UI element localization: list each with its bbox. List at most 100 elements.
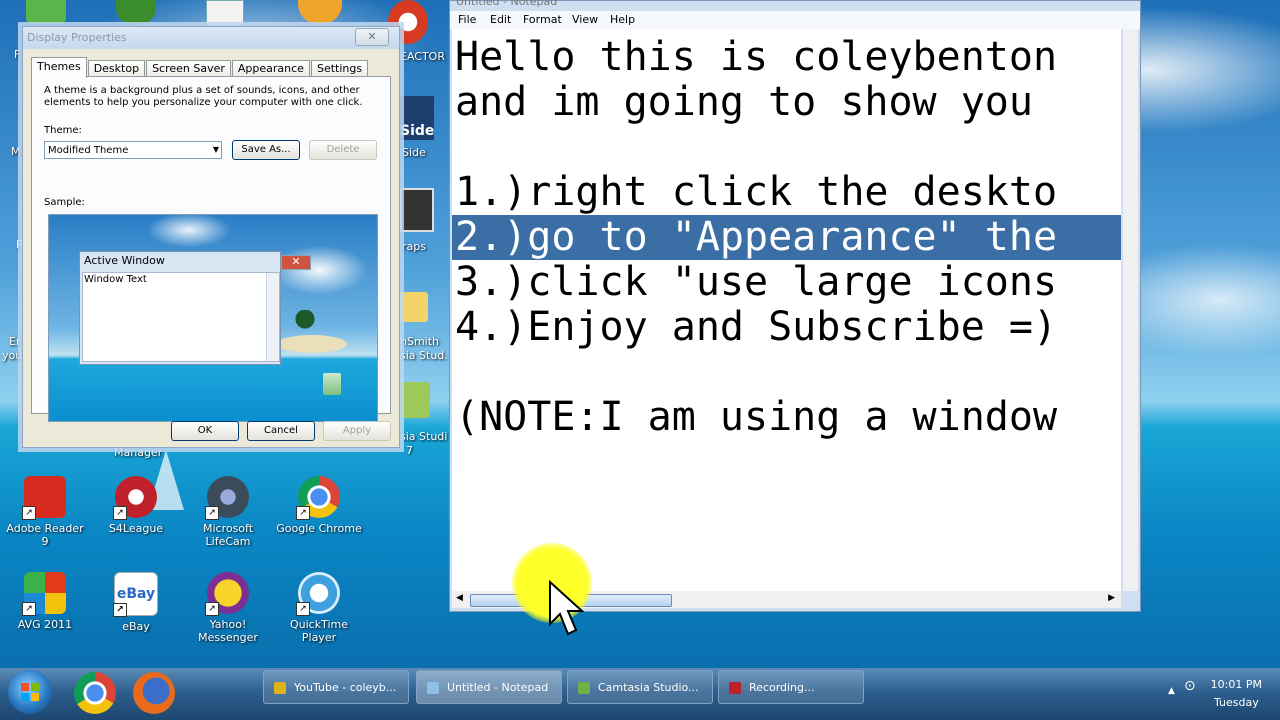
recording-icon (729, 682, 741, 694)
start-button[interactable] (8, 670, 52, 714)
tab-settings[interactable]: Settings (310, 60, 369, 77)
desktop-icon-label: AVG 2011 (17, 618, 73, 631)
chevron-down-icon: ▼ (212, 145, 219, 154)
taskbar-item-recording[interactable]: Recording... (718, 670, 864, 704)
sample-window-titlebar: Active Window —▢✕ (80, 252, 311, 270)
delete-button[interactable]: Delete (309, 140, 377, 160)
text-line: (NOTE:I am using a window (455, 394, 1058, 440)
text-line: 1.)right click the deskto (455, 169, 1058, 215)
sample-label: Sample: (44, 197, 85, 208)
s4league-icon: ↗ (113, 476, 157, 520)
cancel-button[interactable]: Cancel (247, 421, 315, 441)
tab-desktop[interactable]: Desktop (87, 60, 146, 77)
close-icon: ✕ (281, 255, 311, 270)
desktop-icon-label: QuickTime Player (289, 618, 349, 644)
tab-screen-saver[interactable]: Screen Saver (146, 60, 231, 77)
desktop-icon-chrome[interactable]: ↗ Google Chrome (276, 476, 362, 535)
desktop-icon-yahoo[interactable]: ↗ Yahoo! Messenger (185, 572, 271, 644)
theme-sample-preview: Active Window —▢✕ Window Text (48, 214, 378, 422)
save-as-button[interactable]: Save As... (232, 140, 300, 160)
side-icon-text: Side (400, 123, 435, 139)
menu-file[interactable]: File (458, 13, 476, 26)
desktop-icon-quicktime[interactable]: ↗ QuickTime Player (276, 572, 362, 644)
chrome-quicklaunch-icon[interactable] (74, 672, 116, 714)
taskbar-item-label: Recording... (749, 681, 815, 694)
sample-scrollbar (266, 273, 279, 361)
taskbar-item-label: Untitled - Notepad (447, 681, 549, 694)
partial-label-side: Side (402, 146, 426, 159)
partial-label-e: Er (9, 335, 21, 348)
palm-tree-decoration (295, 310, 315, 340)
apply-button[interactable]: Apply (323, 421, 391, 441)
dialog-titlebar[interactable]: Display Properties ✕ (23, 27, 399, 49)
clock-time: 10:01 PM (1210, 678, 1262, 691)
recycle-bin-icon (323, 373, 341, 395)
partial-label-smith2: sia Stud. (400, 349, 448, 362)
ok-button[interactable]: OK (171, 421, 239, 441)
desktop-icon-label: Microsoft LifeCam (202, 522, 254, 548)
desktop-icon-label: Google Chrome (276, 522, 362, 535)
scroll-right-icon[interactable]: ▶ (1108, 593, 1115, 603)
taskbar-item-camtasia[interactable]: Camtasia Studio... (567, 670, 713, 704)
menu-format[interactable]: Format (523, 13, 562, 26)
desktop-icon-label: S4League (108, 522, 164, 535)
system-clock[interactable]: 10:01 PM Tuesday (1211, 676, 1262, 712)
partial-label-smith1: hSmith (400, 335, 440, 348)
menu-view[interactable]: View (572, 13, 598, 26)
desktop-icon-avg[interactable]: ↗ AVG 2011 (2, 572, 88, 631)
taskbar-item-label: Camtasia Studio... (598, 681, 699, 694)
desktop-icon-side[interactable]: Side (400, 96, 434, 140)
theme-select[interactable]: Modified Theme ▼ (44, 141, 222, 159)
taskbar: YouTube - coleyb... Untitled - Notepad C… (0, 668, 1280, 720)
desktop-icon-adobe-reader[interactable]: ↗ Adobe Reader 9 (2, 476, 88, 548)
desktop-icon-lifecam[interactable]: ↗ Microsoft LifeCam (185, 476, 271, 548)
partial-label-studi1: sia Studi (400, 430, 448, 443)
notepad-text-area[interactable]: Hello this is coleybenton and im going t… (452, 29, 1121, 591)
text-line: Hello this is coleybenton (455, 34, 1058, 80)
sample-window-title: Active Window (84, 254, 165, 267)
notepad-title: Untitled - Notepad (456, 0, 558, 8)
desktop-icon-raps[interactable] (400, 188, 434, 232)
taskbar-item-youtube[interactable]: YouTube - coleyb... (263, 670, 409, 704)
dialog-title: Display Properties (27, 31, 127, 44)
sample-active-window: Active Window —▢✕ Window Text (79, 251, 311, 365)
desktop-icon-label: eBay (122, 620, 150, 633)
desktop-icon-studio[interactable] (400, 382, 430, 418)
desktop-icon-label: Yahoo! Messenger (198, 618, 258, 644)
partial-label-m: M (11, 145, 21, 158)
network-icon[interactable]: ⊙ (1184, 678, 1196, 694)
clock-day: Tuesday (1213, 696, 1259, 709)
theme-label: Theme: (44, 125, 82, 136)
partial-label-raps: raps (402, 240, 426, 253)
tab-appearance[interactable]: Appearance (231, 60, 310, 77)
partial-label-studi2: 7 (406, 444, 413, 457)
notepad-window: Untitled - Notepad File Edit Format View… (449, 0, 1141, 612)
desktop-icon-top-2[interactable] (116, 0, 156, 24)
show-hidden-icons-icon[interactable]: ▲ (1168, 686, 1175, 696)
notepad-menubar: File Edit Format View Help (450, 11, 1140, 29)
scroll-left-icon[interactable]: ◀ (456, 593, 463, 603)
sample-window-body: Window Text (82, 272, 280, 362)
menu-edit[interactable]: Edit (490, 13, 511, 26)
desktop-icon-top-3[interactable] (206, 0, 244, 26)
desktop-icon-top-1[interactable] (26, 0, 66, 24)
taskbar-item-notepad[interactable]: Untitled - Notepad (416, 670, 562, 704)
desktop-icon-top-4[interactable] (298, 0, 342, 24)
desktop-icon-s4league[interactable]: ↗ S4League (93, 476, 179, 535)
themes-panel: A theme is a background plus a set of so… (31, 76, 391, 422)
desktop: F M R Er you EACTOR Side Side raps hSmit… (0, 0, 1280, 668)
text-line-selected: 2.)go to "Appearance" the (452, 215, 1121, 260)
chrome-icon (274, 682, 286, 694)
quicktime-icon: ↗ (296, 572, 340, 616)
vertical-scrollbar[interactable] (1123, 29, 1138, 591)
partial-label-f: F (14, 48, 21, 61)
desktop-icon-ebay[interactable]: eBay ↗ eBay (93, 572, 179, 633)
menu-help[interactable]: Help (610, 13, 635, 26)
taskbar-item-label: YouTube - coleyb... (294, 681, 397, 694)
partial-label-you: you (2, 349, 23, 362)
desktop-icon-folder[interactable] (400, 292, 428, 322)
firefox-quicklaunch-icon[interactable] (133, 672, 175, 714)
tab-themes[interactable]: Themes (31, 57, 87, 78)
dialog-close-button[interactable]: ✕ (355, 28, 389, 46)
sample-window-text: Window Text (84, 274, 147, 285)
